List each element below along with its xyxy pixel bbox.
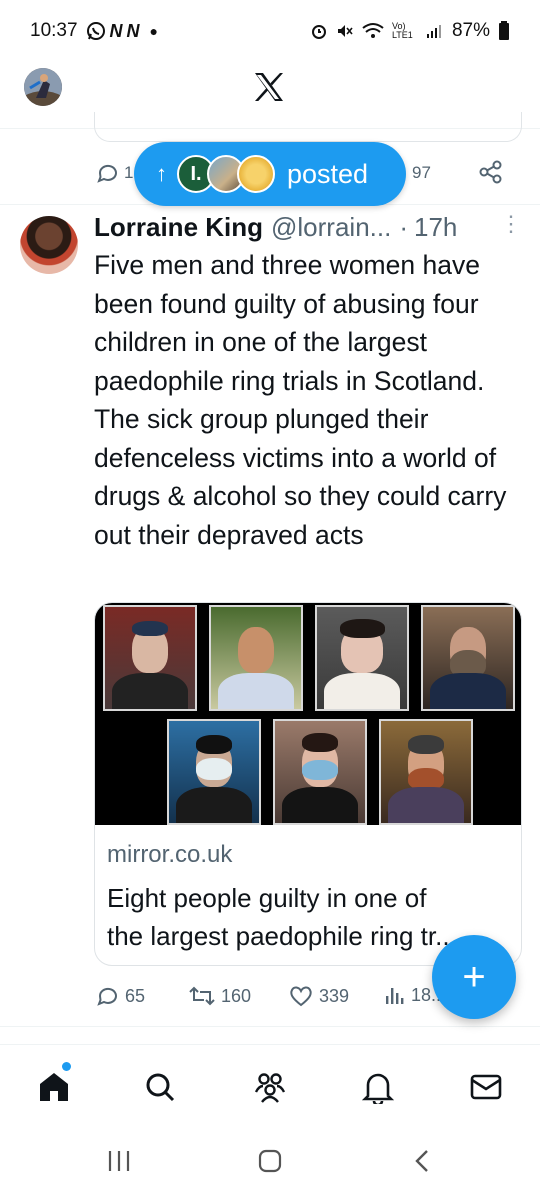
whatsapp-icon xyxy=(86,21,106,41)
repost-button[interactable]: 160 xyxy=(188,984,251,1008)
mute-icon xyxy=(336,22,354,40)
photo xyxy=(167,719,261,825)
photo xyxy=(315,605,409,711)
notifications-icon[interactable] xyxy=(358,1067,398,1107)
profile-avatar[interactable] xyxy=(24,68,62,106)
home-icon[interactable] xyxy=(34,1067,74,1107)
like-count: 339 xyxy=(319,985,350,1006)
battery-icon xyxy=(498,21,510,41)
communities-icon[interactable] xyxy=(250,1067,290,1107)
more-options-icon[interactable]: ⋮ xyxy=(500,213,522,235)
n-app-icon: N xyxy=(126,20,140,41)
status-time: 10:37 xyxy=(30,20,78,41)
photo xyxy=(103,605,197,711)
recent-apps-icon[interactable] xyxy=(106,1148,132,1174)
tweet[interactable]: Lorraine King @lorrain... · 17h ⋮ Five m… xyxy=(0,206,540,1026)
photo xyxy=(273,719,367,825)
like-button[interactable]: 339 xyxy=(288,984,349,1008)
arrow-up-icon: ↑ xyxy=(156,161,167,186)
card-domain: mirror.co.uk xyxy=(107,841,233,868)
tweet-paragraph: Five men and three women have been found… xyxy=(94,250,485,396)
photo xyxy=(209,605,303,711)
network-label: Vo) LTE1 xyxy=(391,21,413,40)
system-nav xyxy=(0,1130,540,1200)
reply-count: 1 xyxy=(124,163,134,182)
battery-percent: 87% xyxy=(451,20,490,41)
pill-avatars: I. xyxy=(177,155,275,193)
bottom-nav xyxy=(0,1044,540,1130)
messages-icon[interactable] xyxy=(466,1067,506,1107)
views-count: 97 xyxy=(412,163,431,182)
home-button-icon[interactable] xyxy=(257,1148,283,1174)
signal-icon xyxy=(426,23,444,39)
alarm-icon xyxy=(310,22,328,40)
card-image xyxy=(95,603,521,825)
link-card[interactable]: mirror.co.uk Eight people guilty in one … xyxy=(94,602,522,966)
share-button[interactable] xyxy=(478,159,504,190)
card-title-line: Eight people guilty in one of xyxy=(107,883,427,913)
photo xyxy=(379,719,473,825)
author-avatar[interactable] xyxy=(20,216,78,274)
repost-count: 160 xyxy=(221,985,252,1006)
tweet-text: Five men and three women have been found… xyxy=(94,246,530,554)
author-handle[interactable]: @lorrain... xyxy=(271,212,391,243)
poster-avatar xyxy=(237,155,275,193)
home-notification-dot xyxy=(62,1062,71,1071)
posted-label: posted xyxy=(287,158,369,189)
search-icon[interactable] xyxy=(140,1067,180,1107)
previous-link-card[interactable] xyxy=(94,112,522,142)
tweet-paragraph: The sick group plunged their defenceless… xyxy=(94,404,507,550)
author-name[interactable]: Lorraine King xyxy=(94,212,263,243)
x-logo-icon[interactable] xyxy=(252,70,286,104)
back-icon[interactable] xyxy=(410,1148,436,1174)
status-bar: 10:37 N N ● Vo) LTE1 87% xyxy=(0,0,540,62)
wifi-icon xyxy=(362,22,384,40)
n-app-icon: N xyxy=(109,20,123,41)
separator-dot: · xyxy=(399,212,409,242)
feed-divider xyxy=(0,1026,540,1027)
tweet-header: Lorraine King @lorrain... · 17h xyxy=(94,212,514,248)
dot-icon: ● xyxy=(149,23,159,39)
tweet-time[interactable]: 17h xyxy=(414,212,457,243)
reply-button[interactable]: 1 xyxy=(96,161,133,185)
reply-button[interactable]: 65 xyxy=(96,984,145,1008)
compose-button[interactable]: + xyxy=(432,935,516,1019)
reply-count: 65 xyxy=(125,985,146,1006)
photo xyxy=(421,605,515,711)
new-posts-pill[interactable]: ↑ I. posted xyxy=(134,142,406,206)
